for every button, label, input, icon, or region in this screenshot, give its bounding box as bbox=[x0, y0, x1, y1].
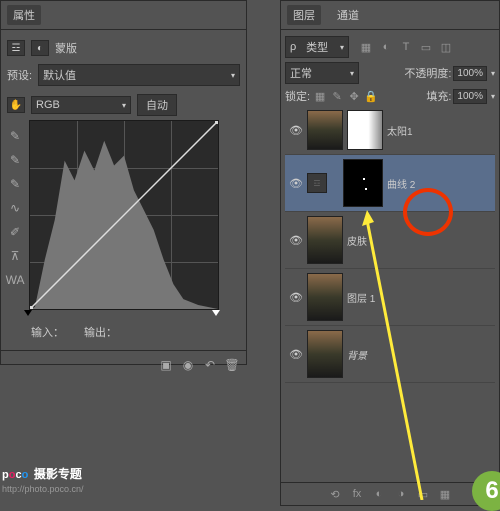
chevron-down-icon bbox=[120, 99, 126, 111]
black-point-handle[interactable] bbox=[24, 310, 32, 316]
smooth-curve-icon[interactable]: ∿ bbox=[7, 200, 23, 216]
visibility-icon[interactable]: 👁 bbox=[289, 177, 303, 190]
filter-smart-icon[interactable]: ◫ bbox=[439, 40, 453, 54]
layer-row[interactable]: 👁 图层 1 bbox=[285, 269, 495, 326]
pencil-curve-icon[interactable]: ✐ bbox=[7, 224, 23, 240]
watermark-url: http://photo.poco.cn/ bbox=[2, 484, 84, 494]
fill-value[interactable]: 100% bbox=[453, 89, 487, 104]
trash-icon[interactable]: 🗑 bbox=[224, 357, 240, 373]
hand-icon[interactable]: WA bbox=[7, 272, 23, 288]
opacity-value[interactable]: 100% bbox=[453, 66, 487, 81]
preset-label: 预设: bbox=[7, 67, 32, 83]
mask-icon[interactable]: ◐ bbox=[31, 40, 49, 56]
tab-layers[interactable]: 图层 bbox=[287, 5, 321, 25]
eyedropper-icon[interactable]: ✎ bbox=[7, 128, 23, 144]
layer-row[interactable]: 👁 ☲ 曲线 2 bbox=[285, 155, 495, 212]
properties-footer: ▣ ◉ ↶ 🗑 bbox=[1, 350, 246, 379]
properties-header: 属性 bbox=[1, 1, 246, 30]
layer-thumb[interactable] bbox=[307, 273, 343, 321]
filter-pixel-icon[interactable]: ▦ bbox=[359, 40, 373, 54]
filter-type-value: 类型 bbox=[306, 39, 328, 55]
visibility-icon[interactable]: 👁 bbox=[289, 124, 303, 137]
channel-value: RGB bbox=[36, 99, 60, 111]
chevron-down-icon bbox=[338, 41, 344, 53]
lock-transparent-icon[interactable]: ▦ bbox=[313, 89, 327, 103]
lock-all-icon[interactable]: 🔒 bbox=[364, 89, 378, 103]
chevron-down-icon[interactable] bbox=[489, 67, 495, 79]
layer-mask-thumb[interactable] bbox=[343, 159, 383, 207]
mask-label: 蒙版 bbox=[55, 40, 77, 56]
logo: poco 摄影专题 bbox=[2, 461, 84, 484]
new-layer-icon[interactable]: ▦ bbox=[438, 487, 452, 501]
opacity-label: 不透明度: bbox=[404, 65, 451, 81]
eyedropper-plus-icon[interactable]: ✎ bbox=[7, 152, 23, 168]
layer-name[interactable]: 背景 bbox=[347, 347, 491, 362]
auto-button[interactable]: 自动 bbox=[137, 94, 177, 116]
tab-properties[interactable]: 属性 bbox=[7, 5, 41, 25]
blend-mode-dropdown[interactable]: 正常 bbox=[285, 62, 359, 84]
layer-name[interactable]: 曲线 2 bbox=[387, 176, 491, 191]
output-label: 输出： bbox=[84, 324, 117, 340]
white-point-handle[interactable] bbox=[212, 310, 220, 316]
layer-name[interactable]: 太阳1 bbox=[387, 123, 491, 138]
layer-row[interactable]: 👁 背景 bbox=[285, 326, 495, 383]
clip-to-layer-icon[interactable]: ▣ bbox=[158, 357, 174, 373]
filter-adjust-icon[interactable]: ◐ bbox=[379, 40, 393, 54]
curve-line bbox=[30, 121, 218, 309]
preset-value: 默认值 bbox=[43, 67, 76, 83]
fill-label: 填充: bbox=[426, 88, 451, 104]
layers-panel: 图层 通道 ρ类型 ▦ ◐ T ▭ ◫ 正常 不透明度: 100% bbox=[280, 0, 500, 506]
new-group-icon[interactable]: ▭ bbox=[416, 487, 430, 501]
curves-adjustment-icon[interactable]: ☲ bbox=[7, 40, 25, 56]
finger-tool-icon[interactable]: ✋ bbox=[7, 97, 25, 113]
adjustment-thumb[interactable]: ☲ bbox=[307, 173, 327, 193]
lock-position-icon[interactable]: ✥ bbox=[347, 89, 361, 103]
lock-pixels-icon[interactable]: ✎ bbox=[330, 89, 344, 103]
eyedropper-minus-icon[interactable]: ✎ bbox=[7, 176, 23, 192]
filter-type-dropdown[interactable]: ρ类型 bbox=[285, 36, 349, 58]
layer-row[interactable]: 👁 太阳1 bbox=[285, 106, 495, 155]
view-previous-icon[interactable]: ◉ bbox=[180, 357, 196, 373]
watermark: poco 摄影专题 http://photo.poco.cn/ bbox=[2, 461, 84, 494]
layers-footer: ⟲ fx ◐ ◑ ▭ ▦ bbox=[281, 482, 499, 505]
preset-dropdown[interactable]: 默认值 bbox=[38, 64, 240, 86]
visibility-icon[interactable]: 👁 bbox=[289, 234, 303, 247]
channel-dropdown[interactable]: RGB bbox=[31, 96, 131, 114]
chevron-down-icon bbox=[229, 69, 235, 81]
layer-name[interactable]: 图层 1 bbox=[347, 290, 491, 305]
layers-header: 图层 通道 bbox=[281, 1, 499, 30]
reset-icon[interactable]: ↶ bbox=[202, 357, 218, 373]
layer-fx-icon[interactable]: fx bbox=[350, 487, 364, 501]
layer-row[interactable]: 👁 皮肤 bbox=[285, 212, 495, 269]
curves-tool-column: ✎ ✎ ✎ ∿ ✐ ⊼ WA bbox=[7, 120, 25, 310]
new-adjustment-icon[interactable]: ◑ bbox=[394, 487, 408, 501]
input-label: 输入： bbox=[31, 324, 64, 340]
lock-label: 锁定: bbox=[285, 88, 310, 104]
link-layers-icon[interactable]: ⟲ bbox=[328, 487, 342, 501]
chevron-down-icon[interactable] bbox=[489, 90, 495, 102]
clip-icon[interactable]: ⊼ bbox=[7, 248, 23, 264]
visibility-icon[interactable]: 👁 bbox=[289, 291, 303, 304]
filter-text-icon[interactable]: T bbox=[399, 40, 413, 54]
add-mask-icon[interactable]: ◐ bbox=[372, 487, 386, 501]
chevron-down-icon bbox=[348, 67, 354, 79]
layer-thumb[interactable] bbox=[307, 330, 343, 378]
tab-channels[interactable]: 通道 bbox=[331, 5, 365, 25]
properties-panel: 属性 ☲ ◐ 蒙版 预设: 默认值 ✋ RGB 自动 ✎ ✎ bbox=[0, 0, 247, 365]
black-white-slider[interactable] bbox=[27, 310, 217, 320]
curves-graph[interactable] bbox=[29, 120, 219, 310]
layer-name[interactable]: 皮肤 bbox=[347, 233, 491, 248]
blend-mode-value: 正常 bbox=[290, 65, 312, 81]
filter-shape-icon[interactable]: ▭ bbox=[419, 40, 433, 54]
layer-thumb[interactable] bbox=[307, 216, 343, 264]
layer-thumb[interactable] bbox=[307, 110, 343, 150]
visibility-icon[interactable]: 👁 bbox=[289, 348, 303, 361]
layer-mask-thumb[interactable] bbox=[347, 110, 383, 150]
